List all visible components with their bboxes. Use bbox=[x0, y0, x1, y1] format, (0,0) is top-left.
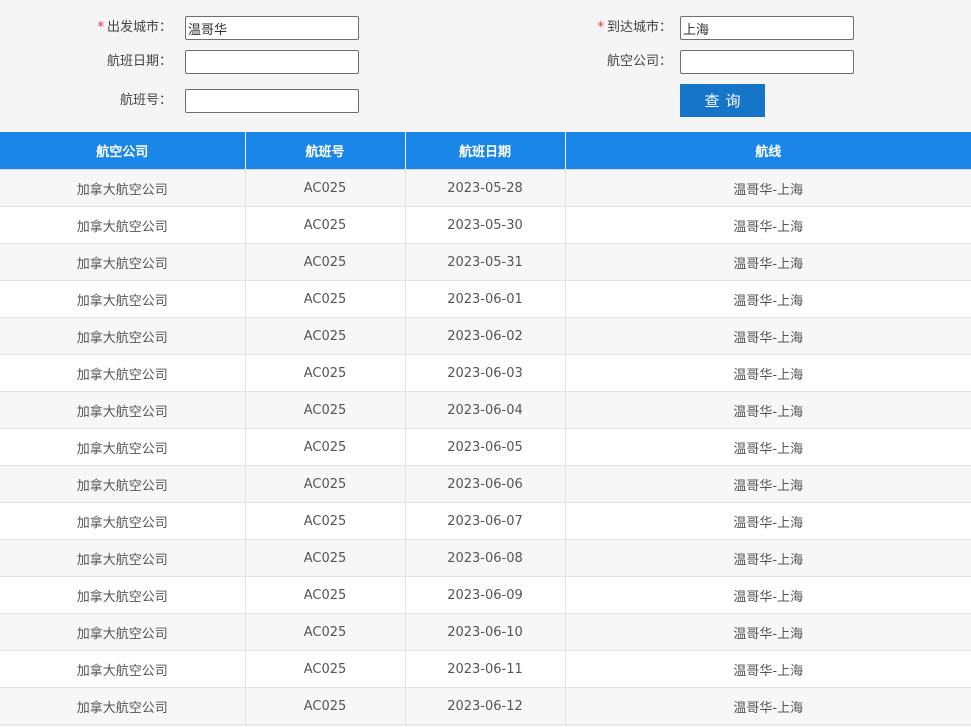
cell-route: 温哥华-上海 bbox=[565, 317, 971, 355]
table-row[interactable]: 加拿大航空公司 AC025 2023-06-04 温哥华-上海 bbox=[0, 391, 971, 429]
cell-airline: 加拿大航空公司 bbox=[0, 206, 246, 244]
table-row[interactable]: 加拿大航空公司 AC025 2023-06-06 温哥华-上海 bbox=[0, 465, 971, 503]
table-row[interactable]: 加拿大航空公司 AC025 2023-06-07 温哥华-上海 bbox=[0, 502, 971, 540]
cell-airline: 加拿大航空公司 bbox=[0, 428, 246, 466]
cell-flight-number: AC025 bbox=[245, 687, 406, 725]
cell-flight-number: AC025 bbox=[245, 243, 406, 281]
flight-results-table: 航空公司 航班号 航班日期 航线 加拿大航空公司 AC025 2023-05-28 温… bbox=[0, 132, 971, 725]
table-row[interactable]: 加拿大航空公司 AC025 2023-06-11 温哥华-上海 bbox=[0, 650, 971, 688]
cell-flight-date: 2023-05-30 bbox=[405, 206, 566, 244]
cell-flight-number: AC025 bbox=[245, 206, 406, 244]
cell-route: 温哥华-上海 bbox=[565, 354, 971, 392]
cell-airline: 加拿大航空公司 bbox=[0, 502, 246, 540]
search-form: *出发城市： *到达城市： 航班日期： 航空公司： 航班号： 查询 bbox=[0, 0, 971, 132]
cell-flight-number: AC025 bbox=[245, 280, 406, 318]
cell-route: 温哥华-上海 bbox=[565, 576, 971, 614]
cell-route: 温哥华-上海 bbox=[565, 650, 971, 688]
table-header-row: 航空公司 航班号 航班日期 航线 bbox=[0, 132, 971, 170]
table-row[interactable]: 加拿大航空公司 AC025 2023-06-05 温哥华-上海 bbox=[0, 428, 971, 466]
cell-flight-number: AC025 bbox=[245, 502, 406, 540]
cell-airline: 加拿大航空公司 bbox=[0, 650, 246, 688]
cell-route: 温哥华-上海 bbox=[565, 465, 971, 503]
cell-route: 温哥华-上海 bbox=[565, 280, 971, 318]
airline-input[interactable] bbox=[680, 50, 854, 74]
cell-flight-number: AC025 bbox=[245, 576, 406, 614]
cell-flight-date: 2023-06-10 bbox=[405, 613, 566, 651]
cell-flight-date: 2023-06-01 bbox=[405, 280, 566, 318]
cell-flight-number: AC025 bbox=[245, 391, 406, 429]
cell-route: 温哥华-上海 bbox=[565, 206, 971, 244]
cell-flight-number: AC025 bbox=[245, 354, 406, 392]
cell-flight-number: AC025 bbox=[245, 169, 406, 207]
cell-route: 温哥华-上海 bbox=[565, 428, 971, 466]
cell-flight-date: 2023-06-06 bbox=[405, 465, 566, 503]
cell-route: 温哥华-上海 bbox=[565, 169, 971, 207]
flight-number-field: 航班号： bbox=[0, 89, 360, 113]
cell-airline: 加拿大航空公司 bbox=[0, 391, 246, 429]
table-row[interactable]: 加拿大航空公司 AC025 2023-06-09 温哥华-上海 bbox=[0, 576, 971, 614]
cell-airline: 加拿大航空公司 bbox=[0, 613, 246, 651]
header-flight-date[interactable]: 航班日期 bbox=[405, 132, 566, 170]
cell-airline: 加拿大航空公司 bbox=[0, 687, 246, 725]
table-row[interactable]: 加拿大航空公司 AC025 2023-06-01 温哥华-上海 bbox=[0, 280, 971, 318]
header-flight-number[interactable]: 航班号 bbox=[245, 132, 406, 170]
flight-number-input[interactable] bbox=[185, 89, 359, 113]
cell-flight-date: 2023-06-02 bbox=[405, 317, 566, 355]
cell-flight-date: 2023-06-05 bbox=[405, 428, 566, 466]
airline-field: 航空公司： bbox=[0, 50, 860, 74]
cell-flight-date: 2023-06-12 bbox=[405, 687, 566, 725]
cell-airline: 加拿大航空公司 bbox=[0, 539, 246, 577]
cell-airline: 加拿大航空公司 bbox=[0, 243, 246, 281]
cell-flight-date: 2023-05-31 bbox=[405, 243, 566, 281]
required-mark: * bbox=[597, 20, 604, 35]
table-row[interactable]: 加拿大航空公司 AC025 2023-06-10 温哥华-上海 bbox=[0, 613, 971, 651]
cell-airline: 加拿大航空公司 bbox=[0, 354, 246, 392]
cell-flight-number: AC025 bbox=[245, 465, 406, 503]
destination-city-field: * 到达城市： bbox=[0, 16, 860, 40]
header-airline[interactable]: 航空公司 bbox=[0, 132, 246, 170]
cell-airline: 加拿大航空公司 bbox=[0, 576, 246, 614]
cell-airline: 加拿大航空公司 bbox=[0, 169, 246, 207]
table-row[interactable]: 加拿大航空公司 AC025 2023-06-12 温哥华-上海 bbox=[0, 687, 971, 725]
table-row[interactable]: 加拿大航空公司 AC025 2023-05-28 温哥华-上海 bbox=[0, 169, 971, 207]
query-button[interactable]: 查询 bbox=[680, 84, 765, 117]
table-row[interactable]: 加拿大航空公司 AC025 2023-05-30 温哥华-上海 bbox=[0, 206, 971, 244]
cell-route: 温哥华-上海 bbox=[565, 243, 971, 281]
destination-city-input[interactable] bbox=[680, 16, 854, 40]
table-row[interactable]: 加拿大航空公司 AC025 2023-06-03 温哥华-上海 bbox=[0, 354, 971, 392]
cell-route: 温哥华-上海 bbox=[565, 687, 971, 725]
cell-flight-number: AC025 bbox=[245, 539, 406, 577]
cell-flight-date: 2023-06-09 bbox=[405, 576, 566, 614]
airline-label: 航空公司： bbox=[606, 54, 672, 69]
cell-flight-date: 2023-06-07 bbox=[405, 502, 566, 540]
cell-flight-date: 2023-05-28 bbox=[405, 169, 566, 207]
cell-flight-date: 2023-06-11 bbox=[405, 650, 566, 688]
cell-route: 温哥华-上海 bbox=[565, 539, 971, 577]
table-row[interactable]: 加拿大航空公司 AC025 2023-05-31 温哥华-上海 bbox=[0, 243, 971, 281]
cell-flight-date: 2023-06-03 bbox=[405, 354, 566, 392]
cell-flight-number: AC025 bbox=[245, 613, 406, 651]
cell-flight-number: AC025 bbox=[245, 650, 406, 688]
table-row[interactable]: 加拿大航空公司 AC025 2023-06-08 温哥华-上海 bbox=[0, 539, 971, 577]
table-body: 加拿大航空公司 AC025 2023-05-28 温哥华-上海 加拿大航空公司 AC025… bbox=[0, 169, 971, 725]
flight-number-label: 航班号： bbox=[119, 93, 172, 108]
cell-route: 温哥华-上海 bbox=[565, 391, 971, 429]
header-route[interactable]: 航线 bbox=[565, 132, 971, 170]
cell-flight-number: AC025 bbox=[245, 317, 406, 355]
destination-city-label: * 到达城市： bbox=[597, 20, 672, 35]
cell-airline: 加拿大航空公司 bbox=[0, 465, 246, 503]
cell-route: 温哥华-上海 bbox=[565, 502, 971, 540]
cell-flight-date: 2023-06-08 bbox=[405, 539, 566, 577]
cell-route: 温哥华-上海 bbox=[565, 613, 971, 651]
cell-flight-date: 2023-06-04 bbox=[405, 391, 566, 429]
table-row[interactable]: 加拿大航空公司 AC025 2023-06-02 温哥华-上海 bbox=[0, 317, 971, 355]
cell-flight-number: AC025 bbox=[245, 428, 406, 466]
cell-airline: 加拿大航空公司 bbox=[0, 317, 246, 355]
cell-airline: 加拿大航空公司 bbox=[0, 280, 246, 318]
